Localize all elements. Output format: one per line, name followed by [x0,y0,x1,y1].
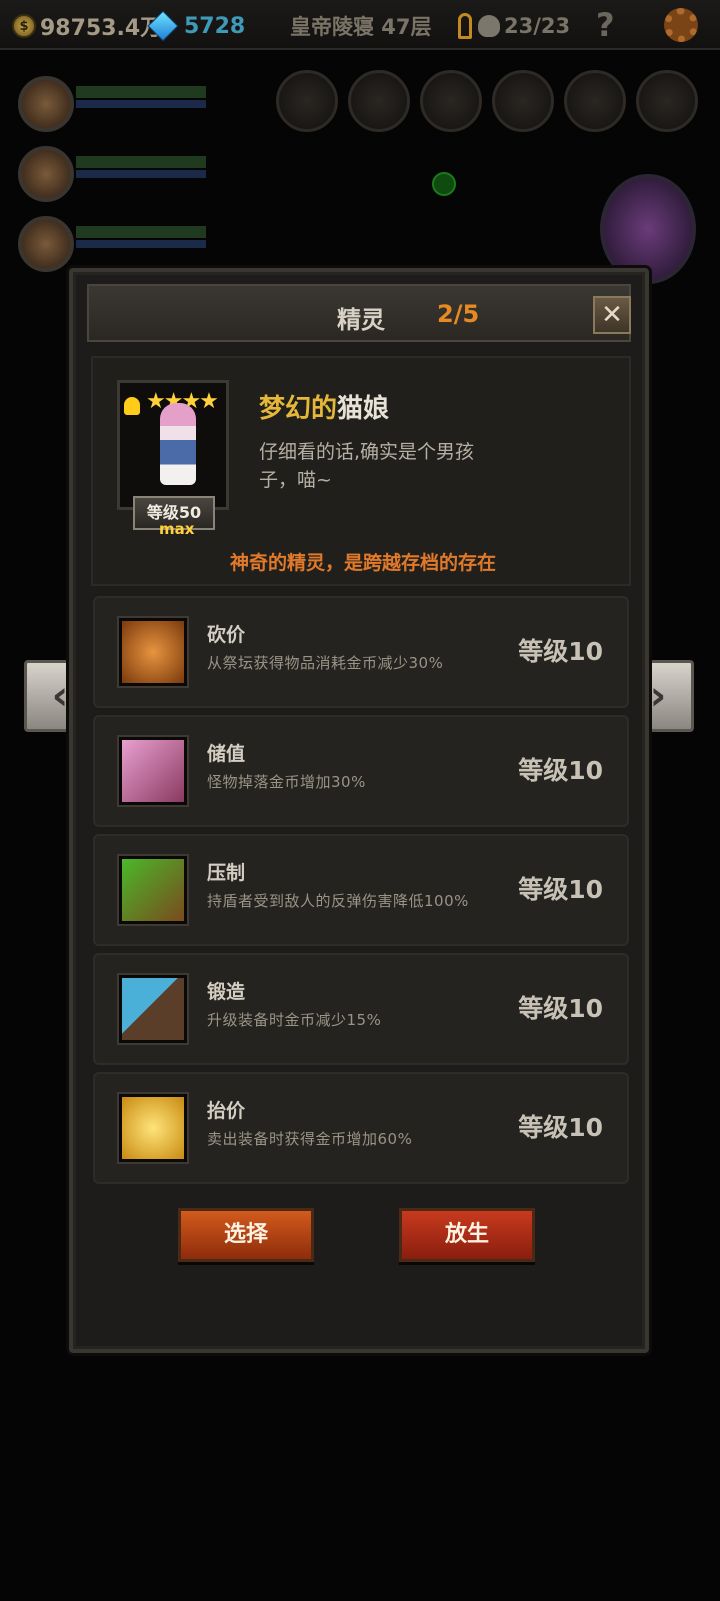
hero-hp-bar [76,86,206,98]
pet-name-prefix: 梦幻的 [259,394,338,424]
chalice-icon [119,737,187,805]
select-button[interactable]: 选择 [178,1208,314,1262]
floor-indicator: 皇帝陵寝 47层 [290,10,432,42]
hero-portrait [18,216,74,272]
max-level-label: max [159,520,195,538]
feather-item-slot [348,70,410,132]
skill-name: 储值 [207,743,246,765]
skill-row: 抬价 卖出装备时获得金币增加60% 等级10 [93,1072,629,1184]
skill-description: 怪物掉落金币增加30% [207,773,366,791]
skill-row: 储值 怪物掉落金币增加30% 等级10 [93,715,629,827]
claw-icon [119,856,187,924]
skill-description: 持盾者受到敌人的反弹伤害降低100% [207,892,469,910]
pet-name: 梦幻的猫娘 [259,388,389,425]
vortex-item-slot [564,70,626,132]
skill-level: 等级10 [518,994,603,1023]
release-button[interactable]: 放生 [399,1208,535,1262]
bell-item-slot [276,70,338,132]
gold-amount: 98753.4万 [40,16,163,41]
pet-dialog: 精灵 2/5 ✕ ★★★★ 等级50 max 梦幻的猫娘 仔细看的话,确实是个男… [69,268,649,1353]
pet-tagline: 神奇的精灵，是跨越存档的存在 [229,552,496,574]
key-icon [458,13,472,39]
flute-item-slot [420,70,482,132]
settings-gear-icon[interactable] [664,8,698,42]
coin-pile-icon [119,618,187,686]
skill-level: 等级10 [518,1113,603,1142]
skill-row: 砍价 从祭坛获得物品消耗金币减少30% 等级10 [93,596,629,708]
hero-portrait [18,76,74,132]
skill-row: 压制 持盾者受到敌人的反弹伤害降低100% 等级10 [93,834,629,946]
golden-hand-icon [119,1094,187,1162]
skill-name: 砍价 [207,624,246,646]
hammer-icon [119,975,187,1043]
skill-level: 等级10 [518,756,603,785]
hero-mp-bar [76,170,206,178]
hero-portrait [18,146,74,202]
pet-info-card: ★★★★ 等级50 max 梦幻的猫娘 仔细看的话,确实是个男孩子，喵~ 神奇的… [91,356,631,586]
horn-item-slot [492,70,554,132]
gem-counter: 5728 [147,10,246,42]
enemy-marker-icon [432,172,456,196]
skill-level: 等级10 [518,875,603,904]
cat-girl-sprite [160,403,196,485]
dialog-header: 精灵 2/5 ✕ [87,284,631,342]
skill-name: 压制 [207,862,246,884]
skill-name: 锻造 [207,981,246,1003]
pet-name-main: 猫娘 [337,394,390,424]
acorn-item-slot [636,70,698,132]
gem-amount: 5728 [184,13,246,39]
skull-icon [478,15,500,37]
skill-row: 锻造 升级装备时金币减少15% 等级10 [93,953,629,1065]
skill-level: 等级10 [518,637,603,666]
kill-count: 23/23 [504,14,571,38]
pet-page-count: 2/5 [437,300,480,328]
dialog-title: 精灵 [337,306,385,334]
top-hud: $ 98753.4万 5728 皇帝陵寝 47层 23/23 ? [0,0,720,50]
floor-label: 皇帝陵寝 47层 [290,15,432,39]
hero-hp-bar [76,156,206,168]
skill-description: 卖出装备时获得金币增加60% [207,1130,413,1148]
lock-icon [124,397,140,415]
skill-description: 从祭坛获得物品消耗金币减少30% [207,654,444,672]
pet-description: 仔细看的话,确实是个男孩子，喵~ [259,441,475,491]
gold-counter: $ 98753.4万 [12,10,162,42]
skill-description: 升级装备时金币减少15% [207,1011,382,1029]
hero-mp-bar [76,240,206,248]
pet-portrait[interactable]: ★★★★ [117,380,229,510]
close-button[interactable]: ✕ [593,296,631,334]
kill-counter: 23/23 [458,10,570,42]
help-button[interactable]: ? [596,6,615,44]
hero-mp-bar [76,100,206,108]
diamond-icon [147,10,179,42]
gold-coin-icon: $ [12,14,36,38]
hero-hp-bar [76,226,206,238]
skill-name: 抬价 [207,1100,246,1122]
